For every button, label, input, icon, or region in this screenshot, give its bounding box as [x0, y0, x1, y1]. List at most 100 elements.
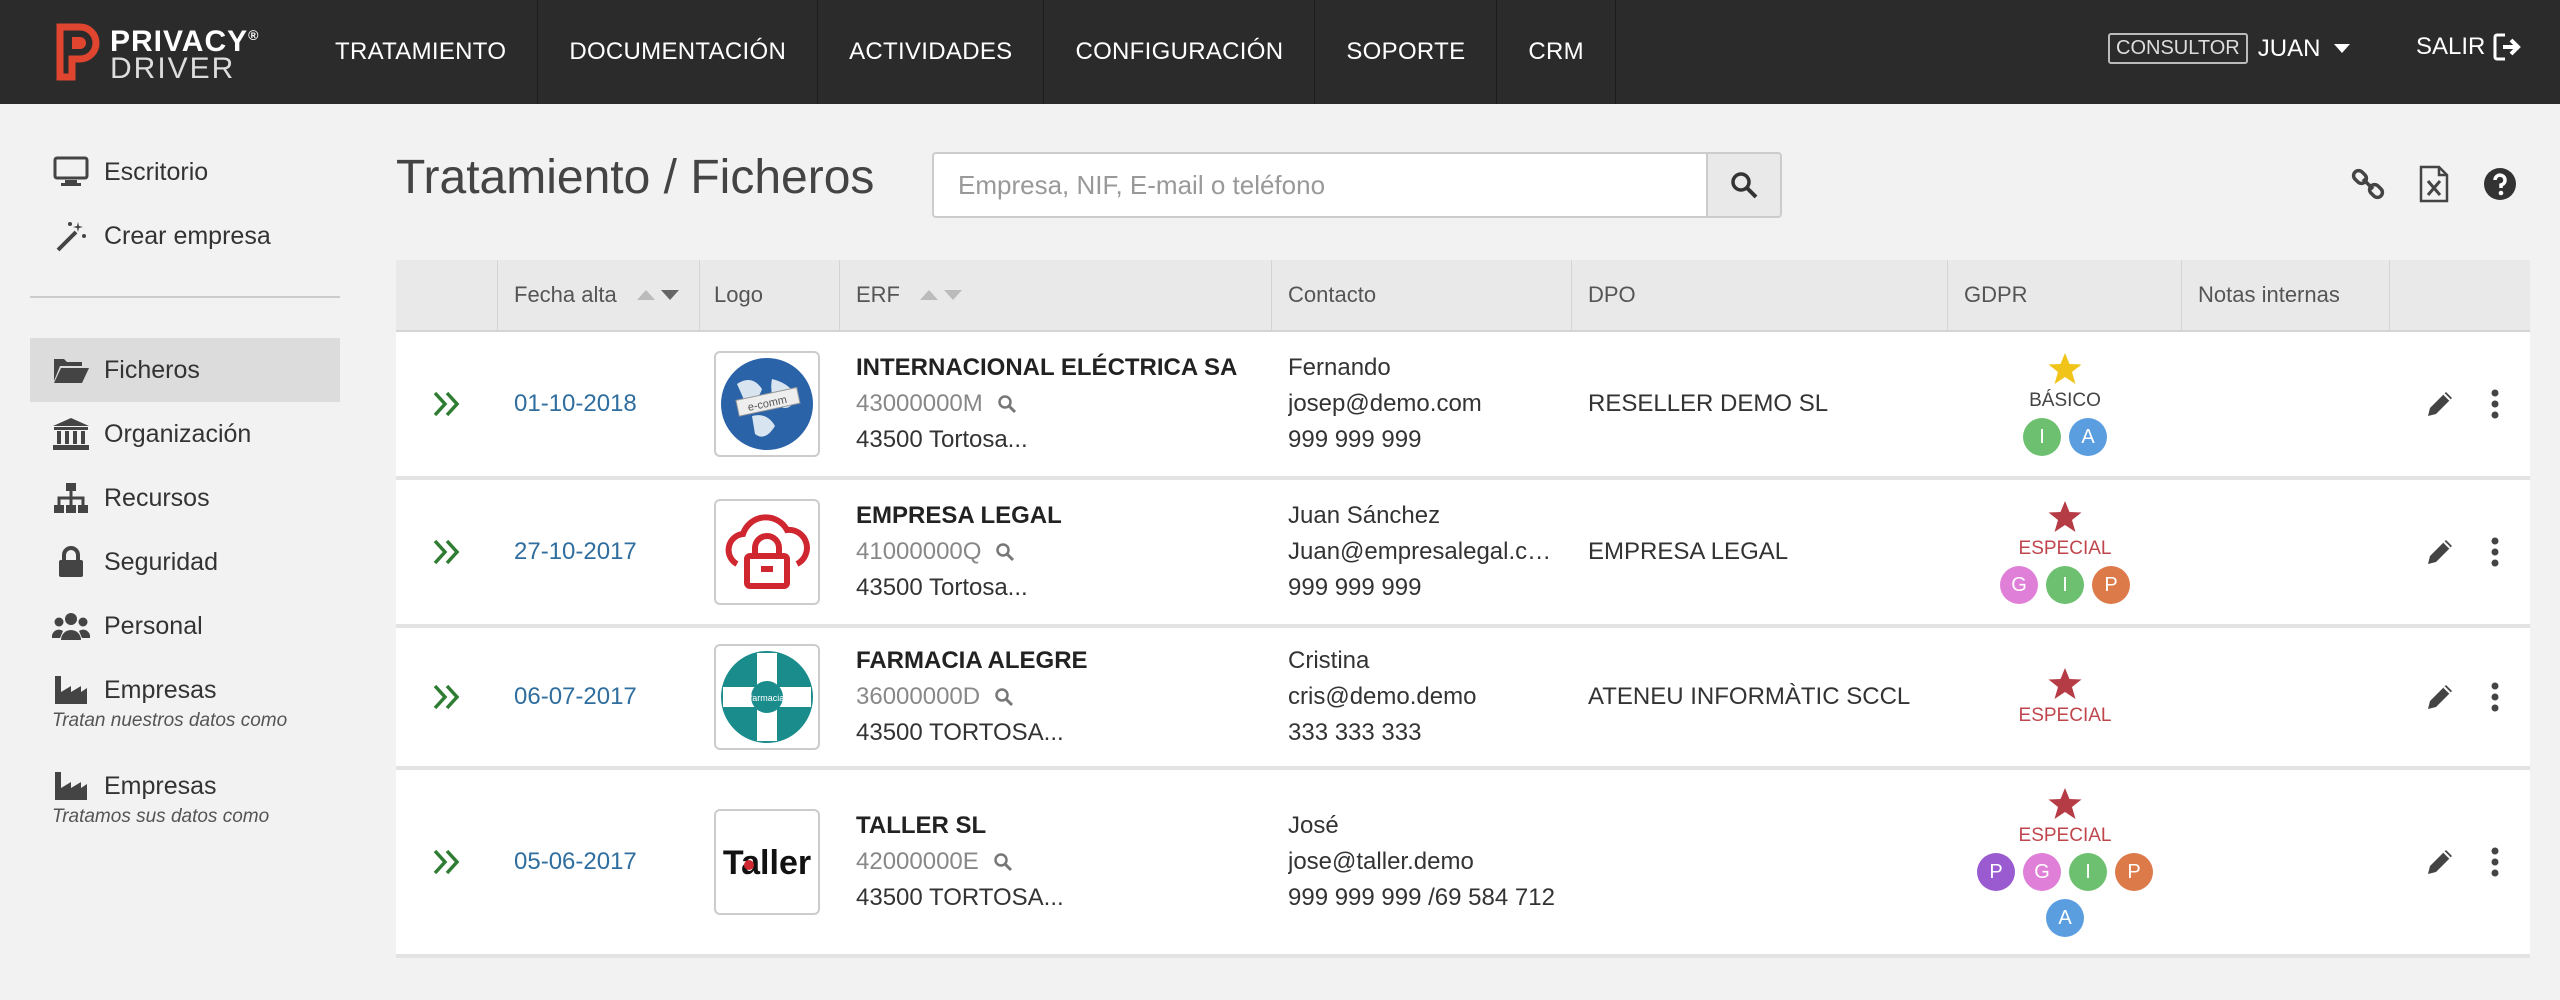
- double-chevron-right-icon[interactable]: [432, 683, 462, 711]
- brand-line2: DRIVER: [110, 52, 236, 85]
- privacy-driver-logo-icon: [56, 23, 100, 81]
- gdpr-level: BÁSICO: [2029, 390, 2101, 411]
- search-icon[interactable]: [993, 852, 1013, 872]
- gdpr-tag: P: [2115, 853, 2153, 891]
- gdpr-tag: A: [2046, 899, 2084, 937]
- contact-email: cris@demo.demo: [1288, 683, 1477, 710]
- gdpr-tag: G: [2000, 566, 2038, 604]
- sidebar-item-escritorio[interactable]: Escritorio: [30, 140, 340, 204]
- double-chevron-right-icon[interactable]: [432, 538, 462, 566]
- company-name[interactable]: EMPRESA LEGAL: [856, 498, 1062, 534]
- sidebar-item-recursos[interactable]: Recursos: [30, 466, 340, 530]
- search-icon[interactable]: [997, 394, 1017, 414]
- sidebar-item-ficheros[interactable]: Ficheros: [30, 338, 340, 402]
- nav-actividades[interactable]: ACTIVIDADES: [818, 0, 1045, 104]
- top-navbar: PRIVACY® DRIVER TRATAMIENTO DOCUMENTACIÓ…: [0, 0, 2560, 104]
- company-name[interactable]: INTERNACIONAL ELÉCTRICA SA: [856, 350, 1237, 386]
- nav-crm[interactable]: CRM: [1497, 0, 1616, 104]
- nav-configuracion[interactable]: CONFIGURACIÓN: [1044, 0, 1316, 104]
- table-row[interactable]: 27-10-2017 EMPRESA LEGAL 41000000Q 43500 To…: [396, 480, 2530, 628]
- institution-icon: [52, 418, 90, 450]
- gdpr-tags: IA: [1975, 418, 2155, 456]
- company-name[interactable]: TALLER SL: [856, 808, 1064, 844]
- more-vertical-icon[interactable]: [2490, 389, 2500, 419]
- expand-cell: [396, 332, 498, 476]
- more-vertical-icon[interactable]: [2490, 537, 2500, 567]
- contact-email: josep@demo.com: [1288, 390, 1482, 417]
- company-logo: Taller: [714, 809, 820, 915]
- help-icon[interactable]: [2480, 164, 2520, 204]
- contact-phone: 999 999 999: [1288, 426, 1422, 453]
- pencil-icon[interactable]: [2424, 846, 2456, 878]
- logout-button[interactable]: SALIR: [2416, 33, 2525, 61]
- caret-down-icon[interactable]: [2334, 44, 2351, 53]
- lock-icon: [52, 546, 90, 578]
- pencil-icon[interactable]: [2424, 681, 2456, 713]
- nav-soporte[interactable]: SOPORTE: [1315, 0, 1498, 104]
- col-fecha-alta[interactable]: Fecha alta: [498, 260, 700, 330]
- table-header: Fecha alta Logo ERF Contacto DPO GDPR No…: [396, 260, 2530, 332]
- sidebar-item-label: Empresas: [104, 675, 217, 704]
- double-chevron-right-icon[interactable]: [432, 390, 462, 418]
- star-icon: [2048, 353, 2082, 384]
- contact-name: Juan Sánchez: [1288, 502, 1441, 529]
- table-row[interactable]: 01-10-2018 e-comm INTERNACIONAL ELÉCTRICA …: [396, 332, 2530, 480]
- date-link[interactable]: 27-10-2017: [514, 538, 637, 566]
- user-name[interactable]: JUAN: [2258, 35, 2321, 63]
- date-link[interactable]: 06-07-2017: [514, 683, 637, 711]
- industry-icon: [52, 770, 90, 802]
- col-notas-internas: Notas internas: [2182, 260, 2390, 330]
- pencil-icon[interactable]: [2424, 536, 2456, 568]
- date-link[interactable]: 05-06-2017: [514, 848, 637, 876]
- table-row[interactable]: 06-07-2017 farmacia FARMACIA ALEGRE 3600000…: [396, 628, 2530, 770]
- brand-logo[interactable]: PRIVACY® DRIVER: [54, 22, 259, 85]
- expand-cell: [396, 770, 498, 954]
- ficheros-table: Fecha alta Logo ERF Contacto DPO GDPR No…: [396, 260, 2530, 958]
- sort-icon[interactable]: [920, 290, 962, 300]
- header-actions: [2348, 164, 2520, 204]
- search-button[interactable]: [1706, 152, 1782, 218]
- company-nif: 43000000M: [856, 390, 983, 417]
- sidebar-item-seguridad[interactable]: Seguridad: [30, 530, 340, 594]
- nav-documentacion[interactable]: DOCUMENTACIÓN: [538, 0, 819, 104]
- col-erf[interactable]: ERF: [840, 260, 1272, 330]
- nav-tratamiento[interactable]: TRATAMIENTO: [305, 0, 539, 104]
- col-actions: [2390, 260, 2530, 330]
- search-input[interactable]: [932, 152, 1707, 218]
- company-name[interactable]: FARMACIA ALEGRE: [856, 643, 1088, 679]
- company-logo: farmacia: [714, 644, 820, 750]
- sidebar-item-organizacion[interactable]: Organización: [30, 402, 340, 466]
- search-icon[interactable]: [994, 687, 1014, 707]
- company-logo: e-comm: [714, 351, 820, 457]
- gdpr-tag: I: [2046, 566, 2084, 604]
- user-menu[interactable]: CONSULTOR JUAN: [2108, 33, 2351, 64]
- sidebar-item-personal[interactable]: Personal: [30, 594, 340, 658]
- table-row[interactable]: 05-06-2017 Taller TALLER SL 42000000E 43500 …: [396, 770, 2530, 958]
- page-title: Tratamiento / Ficheros: [396, 151, 875, 204]
- col-label: ERF: [856, 282, 900, 307]
- contact-name: Cristina: [1288, 647, 1370, 674]
- date-link[interactable]: 01-10-2018: [514, 390, 637, 418]
- company-logo: [714, 499, 820, 605]
- magic-wand-icon: [52, 220, 90, 252]
- expand-cell: [396, 628, 498, 766]
- sidebar-item-crear-empresa[interactable]: Crear empresa: [30, 204, 340, 268]
- sort-icon[interactable]: [636, 290, 679, 300]
- search-icon[interactable]: [995, 542, 1015, 562]
- more-vertical-icon[interactable]: [2490, 847, 2500, 877]
- gdpr-tags: PGIPA: [1975, 853, 2155, 937]
- col-gdpr: GDPR: [1948, 260, 2182, 330]
- star-icon: [2048, 788, 2082, 819]
- star-icon: [2048, 501, 2082, 532]
- table-body: 01-10-2018 e-comm INTERNACIONAL ELÉCTRICA …: [396, 332, 2530, 958]
- link-icon[interactable]: [2348, 164, 2388, 204]
- sidebar-item-label: Recursos: [104, 483, 210, 512]
- gdpr-level: ESPECIAL: [2018, 825, 2112, 846]
- contact-email: Juan@empresalegal.com: [1288, 538, 1560, 565]
- sidebar: Escritorio Crear empresa Ficheros Organi…: [30, 140, 340, 850]
- pencil-icon[interactable]: [2424, 388, 2456, 420]
- double-chevron-right-icon[interactable]: [432, 848, 462, 876]
- more-vertical-icon[interactable]: [2490, 682, 2500, 712]
- company-address: 43500 TORTOSA...: [856, 719, 1064, 746]
- excel-export-icon[interactable]: [2414, 164, 2454, 204]
